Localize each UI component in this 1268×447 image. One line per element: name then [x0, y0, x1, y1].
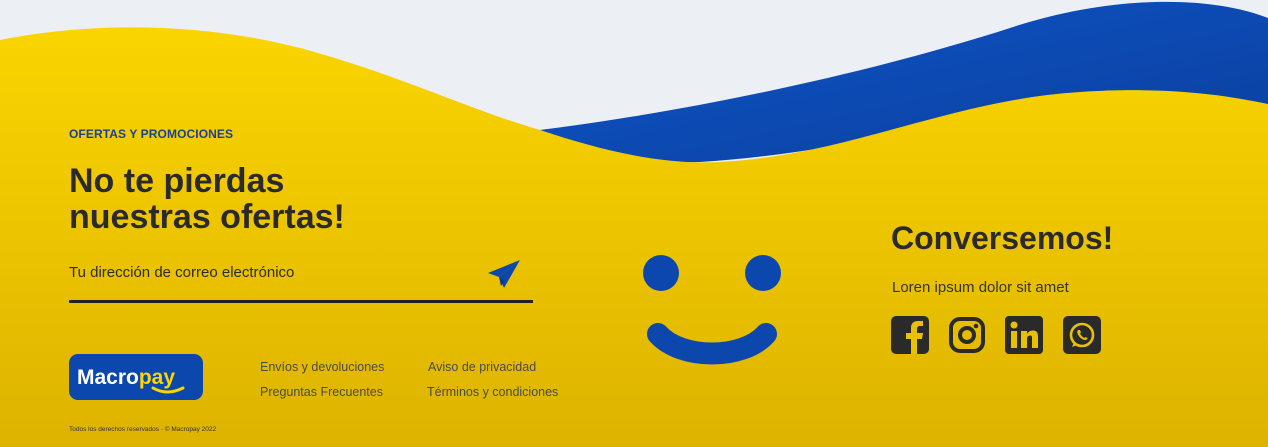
whatsapp-icon [1063, 316, 1101, 354]
linkedin-icon [1005, 316, 1043, 354]
email-input[interactable] [69, 258, 489, 286]
contact-subtitle: Loren ipsum dolor sit amet [892, 279, 1069, 296]
facebook-icon [891, 316, 929, 354]
footer-link-terminos[interactable]: Términos y condiciones [427, 385, 558, 399]
paper-plane-icon [488, 260, 520, 288]
facebook-link[interactable] [891, 316, 929, 354]
footer-link-faq[interactable]: Preguntas Frecuentes [260, 385, 383, 399]
send-button[interactable] [486, 257, 522, 291]
linkedin-link[interactable] [1005, 316, 1043, 354]
section-eyebrow: OFERTAS Y PROMOCIONES [69, 127, 234, 141]
footer-link-privacidad[interactable]: Aviso de privacidad [428, 360, 536, 374]
instagram-icon [949, 317, 985, 353]
contact-title: Conversemos! [891, 220, 1114, 256]
macropay-logo[interactable]: Macropay [69, 354, 203, 400]
email-underline [69, 300, 533, 303]
logo-text: Macropay [77, 366, 175, 389]
instagram-link[interactable] [948, 316, 986, 354]
newsletter-headline: No te pierdas nuestras ofertas! [69, 162, 345, 236]
copyright-text: Todos los derechos reservados · © Macrop… [69, 426, 217, 433]
footer-link-envios[interactable]: Envíos y devoluciones [260, 360, 384, 374]
whatsapp-link[interactable] [1063, 316, 1101, 354]
smiley-icon [643, 255, 781, 365]
